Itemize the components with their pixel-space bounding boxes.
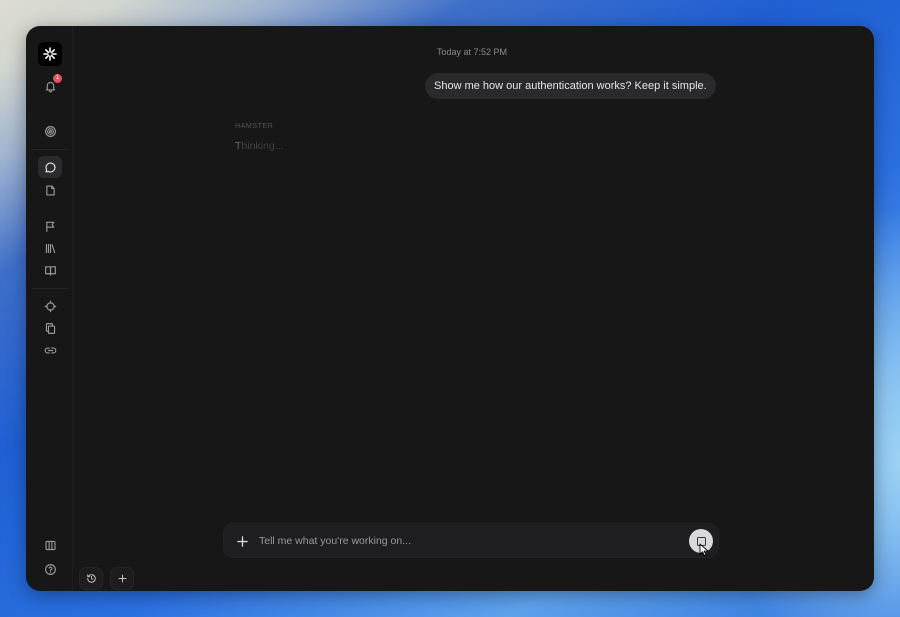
help-icon: [44, 563, 56, 575]
chat-icon: [44, 161, 55, 173]
sidebar-item-chat[interactable]: [38, 156, 62, 178]
agent-name-label: HAMSTER: [235, 123, 274, 130]
sidebar-item-focus[interactable]: [38, 295, 62, 317]
user-message-bubble: Show me how our authentication works? Ke…: [425, 73, 716, 99]
link-icon: [44, 346, 56, 354]
panel-icon: [44, 540, 56, 550]
agent-thinking-status: Thinking...: [235, 140, 284, 152]
plus-icon: [118, 574, 126, 583]
sidebar-divider: [32, 288, 68, 289]
flag-icon: [45, 220, 54, 232]
sidebar-item-flags[interactable]: [38, 215, 62, 237]
message-input[interactable]: [259, 533, 679, 549]
sidebar-item-goals[interactable]: [38, 120, 62, 142]
notification-badge: 1: [53, 74, 62, 83]
message-composer: [223, 523, 719, 558]
new-chat-button[interactable]: [110, 567, 134, 590]
book-icon: [44, 265, 56, 276]
target-icon: [44, 125, 56, 137]
library-icon: [45, 243, 55, 253]
attach-button[interactable]: [234, 533, 250, 549]
crosshair-icon: [44, 300, 56, 312]
history-icon: [86, 574, 96, 583]
history-button[interactable]: [79, 567, 103, 590]
document-icon: [45, 184, 55, 196]
plus-icon: [236, 535, 248, 547]
toggle-panel-button[interactable]: [38, 534, 62, 556]
notifications-button[interactable]: 1: [38, 74, 62, 97]
sidebar-item-documents[interactable]: [38, 179, 62, 201]
sidebar-item-links[interactable]: [38, 339, 62, 361]
mouse-pointer-icon: [699, 543, 709, 557]
copy-icon: [45, 322, 55, 334]
help-button[interactable]: [38, 558, 62, 580]
sidebar-item-docs[interactable]: [38, 259, 62, 281]
sidebar-item-library[interactable]: [38, 237, 62, 259]
sidebar: 1: [26, 26, 73, 591]
message-timestamp: Today at 7:52 PM: [436, 47, 508, 57]
sidebar-divider: [32, 149, 68, 150]
app-window: 1 Today at 7:52 PM Show me how our authe…: [26, 26, 874, 591]
sidebar-item-copies[interactable]: [38, 317, 62, 339]
